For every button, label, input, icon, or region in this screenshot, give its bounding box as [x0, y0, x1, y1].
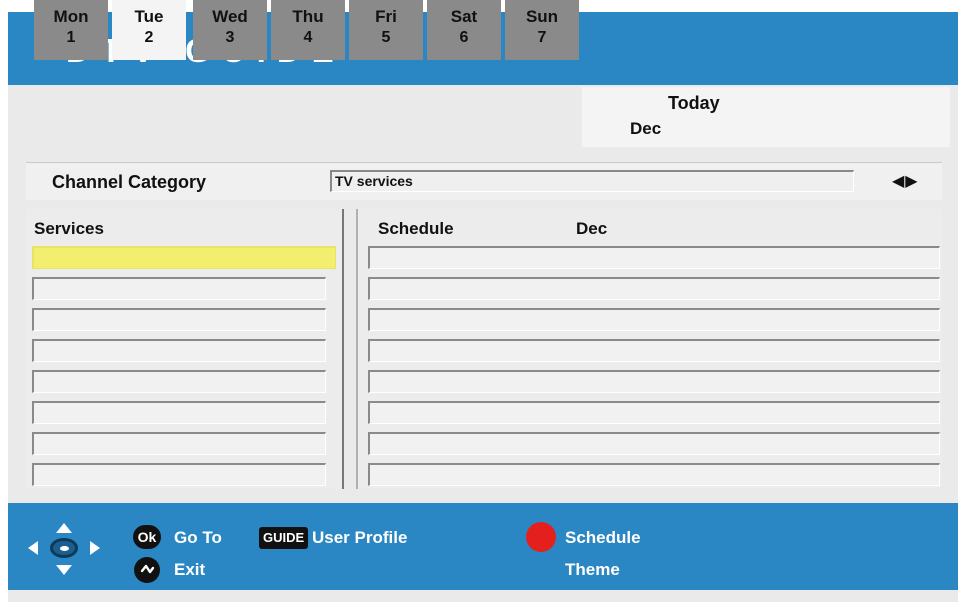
- day-tab-sat[interactable]: Sat 6: [427, 0, 501, 60]
- today-label: Today: [668, 93, 720, 113]
- channel-category-label: Channel Category: [52, 172, 207, 192]
- day-tab-date: 7: [537, 29, 547, 46]
- today-box: Today Dec: [582, 87, 950, 147]
- user-profile-label: User Profile: [312, 528, 408, 547]
- today-month: Dec: [630, 119, 662, 138]
- day-tab-date: 4: [303, 29, 313, 46]
- service-row[interactable]: [32, 370, 326, 393]
- guide-key-icon: GUIDE: [259, 527, 309, 549]
- day-tab-fri[interactable]: Fri 5: [349, 0, 423, 60]
- service-row[interactable]: [32, 277, 326, 300]
- service-row-selected[interactable]: [32, 246, 336, 269]
- arrow-right-icon: [90, 541, 100, 555]
- arrow-left-icon: [28, 541, 38, 555]
- ok-key-icon: Ok: [133, 525, 161, 549]
- arrow-down-icon: [56, 565, 72, 575]
- day-tab-name: Tue: [134, 7, 164, 26]
- service-row[interactable]: [32, 432, 326, 455]
- day-tab-name: Mon: [53, 7, 89, 26]
- day-tab-sun[interactable]: Sun 7: [505, 0, 579, 60]
- day-tab-thu[interactable]: Thu 4: [271, 0, 345, 60]
- schedule-panel: Schedule Dec: [356, 209, 942, 489]
- day-tab-date: 3: [225, 29, 235, 46]
- footer-bar: Ok Go To GUIDE User Profile Exit Schedul…: [8, 503, 958, 590]
- services-heading: Services: [34, 219, 104, 238]
- day-tab-mon[interactable]: Mon 1: [34, 0, 108, 60]
- day-tab-date: 6: [459, 29, 469, 46]
- back-key-icon: [134, 557, 160, 583]
- dpad-icon: [28, 523, 100, 575]
- channel-category-select[interactable]: TV services: [330, 170, 854, 192]
- day-tab-date: 1: [66, 29, 76, 46]
- day-tab-name: Sat: [450, 7, 478, 26]
- day-tab-date: 5: [381, 29, 391, 46]
- schedule-row[interactable]: [368, 308, 940, 331]
- services-panel: Services: [26, 209, 344, 489]
- day-tab-name: Sun: [525, 7, 559, 26]
- service-row[interactable]: [32, 463, 326, 486]
- exit-label: Exit: [174, 560, 206, 579]
- red-button-icon: [526, 522, 556, 552]
- day-tab-wed[interactable]: Wed 3: [193, 0, 267, 60]
- arrow-up-icon: [56, 523, 72, 533]
- schedule-row[interactable]: [368, 370, 940, 393]
- service-row[interactable]: [32, 308, 326, 331]
- service-row[interactable]: [32, 339, 326, 362]
- schedule-row[interactable]: [368, 277, 940, 300]
- day-tab-date: 2: [144, 29, 154, 46]
- day-tab-name: Thu: [292, 7, 324, 26]
- day-tab-name: Fri: [375, 7, 397, 26]
- channel-category-bar: Channel Category TV services ◀▶: [26, 162, 942, 200]
- theme-label: Theme: [565, 560, 620, 579]
- schedule-row[interactable]: [368, 432, 940, 455]
- service-row[interactable]: [32, 401, 326, 424]
- day-tab-tue[interactable]: Tue 2: [112, 0, 186, 60]
- schedule-key-label: Schedule: [565, 528, 641, 547]
- schedule-month: Dec: [576, 219, 608, 238]
- schedule-row[interactable]: [368, 246, 940, 269]
- dpad-center-icon: [50, 538, 78, 558]
- day-tab-name: Wed: [212, 7, 248, 26]
- goto-label: Go To: [174, 528, 222, 547]
- left-right-arrows-icon[interactable]: ◀▶: [892, 171, 919, 191]
- schedule-row[interactable]: [368, 401, 940, 424]
- schedule-row[interactable]: [368, 339, 940, 362]
- schedule-heading: Schedule: [378, 219, 454, 238]
- schedule-row[interactable]: [368, 463, 940, 486]
